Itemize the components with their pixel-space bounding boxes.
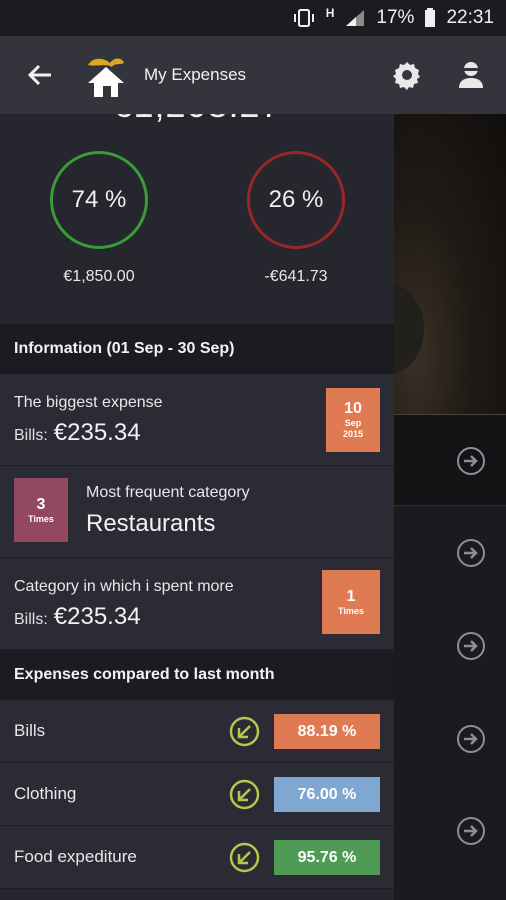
expense-amount: -€641.73 <box>264 268 328 285</box>
arrow-right-circle-icon[interactable] <box>456 816 486 846</box>
spent-more-label: Category in which i spent more <box>14 578 234 595</box>
expense-percent-ring: 26 % <box>247 151 345 249</box>
network-type: H <box>325 6 335 20</box>
times-badge: 1 Times <box>322 570 380 634</box>
expenses-panel: €1,208.27 74 % 26 % €1,850.00 -€641.73 I… <box>0 114 394 900</box>
arrow-right-circle-icon[interactable] <box>456 724 486 754</box>
spent-more-row[interactable]: Category in which i spent more Bills: €2… <box>0 558 394 650</box>
spent-more-value: Bills: €235.34 <box>14 603 141 631</box>
spent-more-category: Bills: <box>14 611 48 628</box>
background-band <box>394 414 506 506</box>
status-bar: H 17% 22:31 <box>0 0 506 36</box>
signal-icon <box>344 8 366 28</box>
comparison-percent-badge: 95.76 % <box>274 840 380 875</box>
back-arrow-icon[interactable] <box>20 55 60 95</box>
arrow-down-left-icon <box>229 716 260 747</box>
vibrate-icon <box>292 8 316 28</box>
comparison-category: Clothing <box>14 784 77 803</box>
arrow-right-circle-icon[interactable] <box>456 538 486 568</box>
app-bar: My Expenses <box>0 36 506 114</box>
times-badge: 3 Times <box>14 478 68 542</box>
comparison-percent-badge: 76.00 % <box>274 777 380 812</box>
biggest-expense-amount: €235.34 <box>53 419 141 446</box>
biggest-expense-row[interactable]: The biggest expense Bills: €235.34 10 Se… <box>0 374 394 466</box>
background-image <box>394 114 506 414</box>
arrow-down-left-icon <box>229 842 260 873</box>
information-header: Information (01 Sep - 30 Sep) <box>0 324 394 374</box>
date-month: Sep <box>344 418 362 428</box>
times-unit: Times <box>338 605 364 616</box>
times-unit: Times <box>28 513 54 524</box>
settings-gear-icon[interactable] <box>390 58 424 92</box>
income-amount: €1,850.00 <box>63 268 135 285</box>
clock: 22:31 <box>446 7 494 28</box>
battery-icon <box>424 8 436 28</box>
comparison-header: Expenses compared to last month <box>0 650 394 700</box>
biggest-expense-value: Bills: €235.34 <box>14 419 141 447</box>
app-logo <box>84 51 128 99</box>
comparison-row-bills[interactable]: Bills 88.19 % <box>0 700 394 763</box>
balance-summary: €1,208.27 74 % 26 % €1,850.00 -€641.73 <box>0 114 394 324</box>
comparison-row-clothing[interactable]: Clothing 76.00 % <box>0 763 394 826</box>
biggest-expense-label: The biggest expense <box>14 394 163 411</box>
battery-percent: 17% <box>376 7 415 28</box>
comparison-category: Food expediture <box>14 847 137 866</box>
spent-more-amount: €235.34 <box>53 603 141 630</box>
app-title: My Expenses <box>144 65 247 84</box>
most-frequent-category: Restaurants <box>86 510 216 537</box>
arrow-down-left-icon <box>229 779 260 810</box>
background-content <box>354 114 506 900</box>
arrow-right-circle-icon[interactable] <box>456 631 486 661</box>
total-balance: €1,208.27 <box>0 114 394 126</box>
times-count: 1 <box>346 587 356 605</box>
date-day: 10 <box>344 400 362 417</box>
income-percent-ring: 74 % <box>50 151 148 249</box>
times-count: 3 <box>36 495 46 513</box>
user-account-icon[interactable] <box>454 58 488 92</box>
arrow-right-circle-icon[interactable] <box>456 446 486 476</box>
comparison-row-food[interactable]: Food expediture 95.76 % <box>0 826 394 889</box>
comparison-category: Bills <box>14 721 46 740</box>
most-frequent-row[interactable]: 3 Times Most frequent category Restauran… <box>0 466 394 558</box>
date-year: 2015 <box>342 429 364 439</box>
comparison-percent-badge: 88.19 % <box>274 714 380 749</box>
biggest-expense-category: Bills: <box>14 427 48 444</box>
most-frequent-label: Most frequent category <box>86 484 250 501</box>
date-badge: 10 Sep 2015 <box>326 388 380 452</box>
